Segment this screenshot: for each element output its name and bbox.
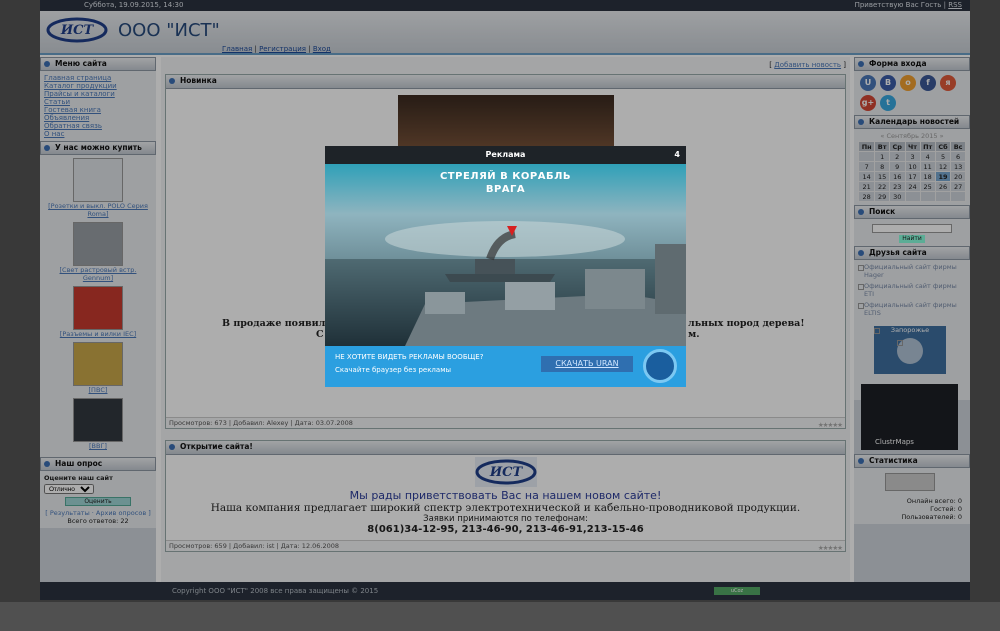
- ad-subtext: Скачайте браузер без рекламы: [335, 366, 451, 374]
- ad-popup: Реклама 4 СТРЕЛЯЙ В КОРАБЛЬ ВРАГА НЕ ХОТИ…: [325, 146, 686, 387]
- download-button[interactable]: СКАЧАТЬ URAN: [541, 356, 633, 372]
- browser-logo-icon: [643, 349, 677, 383]
- ad-title: Реклама: [485, 150, 526, 159]
- ad-header: Реклама 4: [325, 146, 686, 164]
- ad-headline: СТРЕЛЯЙ В КОРАБЛЬ ВРАГА: [439, 171, 572, 195]
- ad-question: НЕ ХОТИТЕ ВИДЕТЬ РЕКЛАМЫ ВООБЩЕ?: [335, 353, 484, 361]
- ad-countdown: 4: [674, 150, 680, 159]
- ad-image[interactable]: СТРЕЛЯЙ В КОРАБЛЬ ВРАГА: [325, 164, 686, 346]
- ad-bottom-bar: НЕ ХОТИТЕ ВИДЕТЬ РЕКЛАМЫ ВООБЩЕ? Скачайт…: [325, 346, 686, 387]
